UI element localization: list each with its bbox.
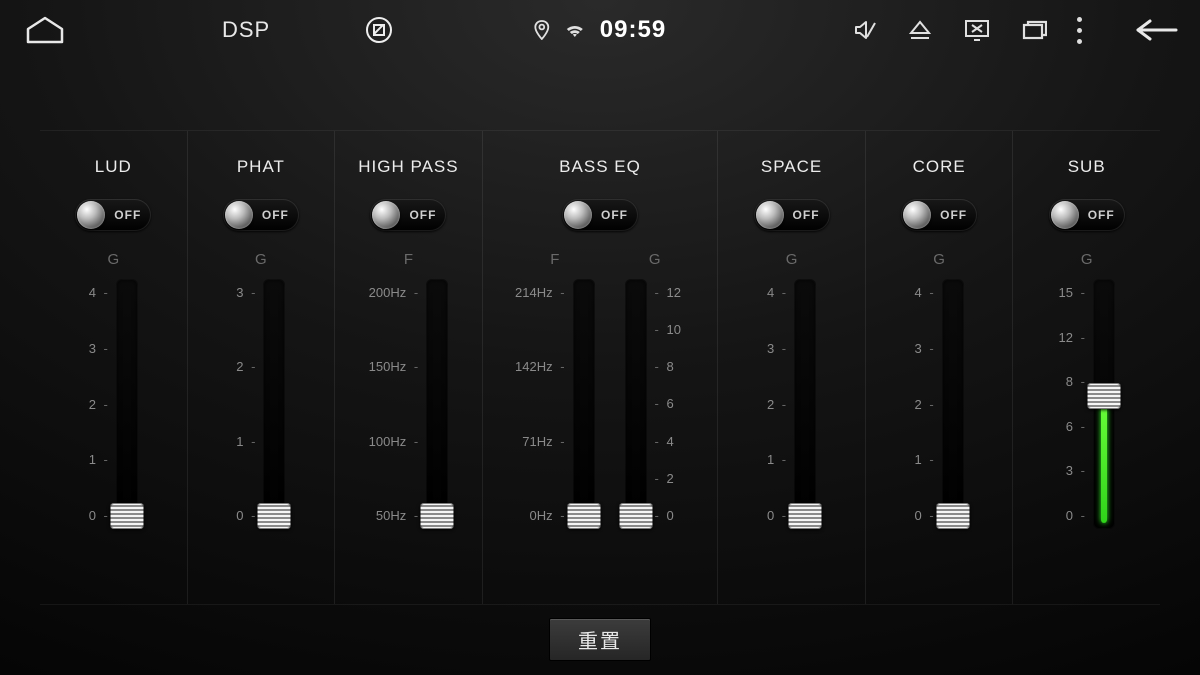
toggle-lud[interactable]: OFF [75, 199, 151, 231]
home-icon[interactable] [24, 15, 66, 45]
status-bar: DSP 09:59 [0, 0, 1200, 60]
slider-track[interactable] [263, 279, 285, 529]
slider-box: 43210 [915, 279, 964, 529]
toggle-core[interactable]: OFF [901, 199, 977, 231]
close-screen-icon[interactable] [963, 18, 991, 42]
slider-label: G [1081, 245, 1093, 273]
slider-track[interactable] [942, 279, 964, 529]
slider-box: 200Hz150Hz100Hz50Hz [369, 279, 449, 529]
toggle-highpass[interactable]: OFF [370, 199, 446, 231]
recent-apps-icon[interactable] [1021, 19, 1047, 41]
slider-label: G [255, 245, 267, 273]
slider-label: G [933, 245, 945, 273]
location-icon [534, 20, 550, 40]
slider-label: G [107, 245, 119, 273]
slider-box: 15128630 [1059, 279, 1115, 529]
toggle-phat[interactable]: OFF [223, 199, 299, 231]
slider-track[interactable] [426, 279, 448, 529]
column-core: CORE OFF G 43210 [865, 131, 1013, 604]
column-lud: LUD OFF G 43210 [40, 131, 187, 604]
column-title: SPACE [761, 157, 822, 177]
sliders-row: G 43210 [915, 245, 964, 529]
tick-labels: 3210 [236, 279, 263, 529]
slider-track[interactable] [794, 279, 816, 529]
slider-basseq-1: G 121086420 [625, 245, 685, 529]
slider-thumb[interactable] [110, 503, 144, 529]
sliders-row: F 214Hz142Hz71Hz0Hz G 121086420 [515, 245, 685, 529]
column-phat: PHAT OFF G 3210 [187, 131, 335, 604]
overflow-menu-icon[interactable] [1077, 17, 1082, 44]
column-title: PHAT [237, 157, 285, 177]
column-title: SUB [1068, 157, 1106, 177]
toggle-basseq[interactable]: OFF [562, 199, 638, 231]
sliders-row: G 43210 [767, 245, 816, 529]
slider-core-0: G 43210 [915, 245, 964, 529]
reset-button[interactable]: 重置 [549, 618, 651, 661]
toggle-sub[interactable]: OFF [1049, 199, 1125, 231]
slider-thumb[interactable] [567, 503, 601, 529]
column-basseq: BASS EQ OFFF 214Hz142Hz71Hz0Hz G 121086420 [482, 131, 718, 604]
tick-labels: 43210 [89, 279, 116, 529]
app-title: DSP [222, 17, 270, 43]
tick-labels: 200Hz150Hz100Hz50Hz [369, 279, 427, 529]
slider-track[interactable] [573, 279, 595, 529]
column-title: LUD [95, 157, 132, 177]
clock: 09:59 [600, 16, 666, 44]
toggle-space[interactable]: OFF [754, 199, 830, 231]
slider-sub-0: G 15128630 [1059, 245, 1115, 529]
sliders-row: G 3210 [236, 245, 285, 529]
slider-box: 43210 [767, 279, 816, 529]
slider-box: 214Hz142Hz71Hz0Hz [515, 279, 595, 529]
column-highpass: HIGH PASS OFF F 200Hz150Hz100Hz50Hz [334, 131, 482, 604]
screen-scale-icon[interactable] [366, 17, 392, 43]
slider-thumb[interactable] [788, 503, 822, 529]
slider-label: G [786, 245, 798, 273]
column-space: SPACE OFF G 43210 [717, 131, 865, 604]
slider-track[interactable] [1093, 279, 1115, 529]
slider-highpass-0: F 200Hz150Hz100Hz50Hz [369, 245, 449, 529]
slider-label: F [550, 245, 559, 273]
slider-box: 121086420 [625, 279, 685, 529]
column-title: BASS EQ [559, 157, 641, 177]
tick-labels: 43210 [915, 279, 942, 529]
eject-icon[interactable] [907, 19, 933, 41]
tick-labels: 43210 [767, 279, 794, 529]
column-title: CORE [913, 157, 966, 177]
slider-track[interactable] [625, 279, 647, 529]
equalizer-panel: LUDOFFG43210PHATOFFG3210HIGH PASSOFFF200… [40, 130, 1160, 605]
column-title: HIGH PASS [358, 157, 458, 177]
column-sub: SUB OFF G 15128630 [1012, 131, 1160, 604]
slider-phat-0: G 3210 [236, 245, 285, 529]
slider-label: G [649, 245, 661, 273]
slider-thumb[interactable] [257, 503, 291, 529]
slider-thumb[interactable] [1087, 383, 1121, 409]
slider-box: 43210 [89, 279, 138, 529]
slider-lud-0: G 43210 [89, 245, 138, 529]
sliders-row: F 200Hz150Hz100Hz50Hz [369, 245, 449, 529]
slider-thumb[interactable] [420, 503, 454, 529]
wifi-icon [564, 21, 586, 39]
slider-label: F [404, 245, 413, 273]
slider-space-0: G 43210 [767, 245, 816, 529]
mute-icon[interactable] [853, 19, 877, 41]
back-icon[interactable] [1132, 17, 1180, 43]
tick-labels: 214Hz142Hz71Hz0Hz [515, 279, 573, 529]
slider-thumb[interactable] [619, 503, 653, 529]
slider-track[interactable] [116, 279, 138, 529]
slider-thumb[interactable] [936, 503, 970, 529]
slider-basseq-0: F 214Hz142Hz71Hz0Hz [515, 245, 595, 529]
slider-box: 3210 [236, 279, 285, 529]
sliders-row: G 15128630 [1059, 245, 1115, 529]
tick-labels: 121086420 [647, 279, 685, 529]
sliders-row: G 43210 [89, 245, 138, 529]
